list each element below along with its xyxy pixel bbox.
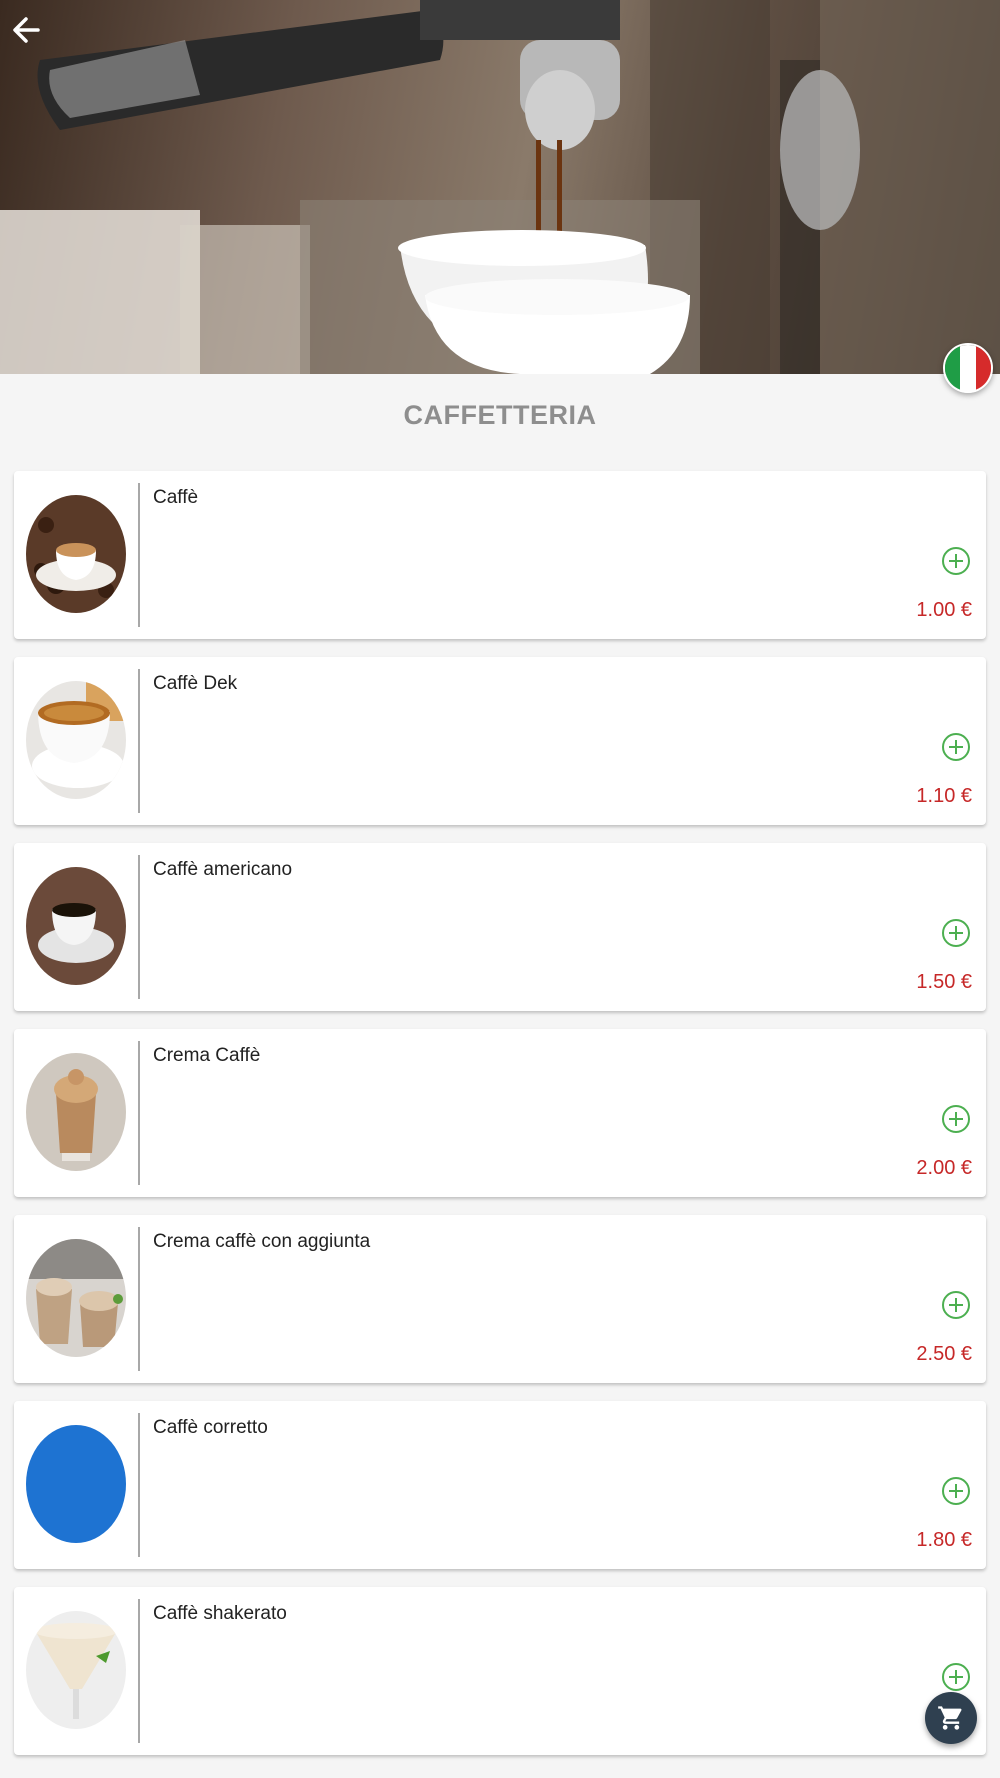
add-to-cart-icon[interactable] (942, 1663, 970, 1691)
product-image (26, 681, 126, 799)
product-price: 1.50 € (916, 971, 972, 993)
add-to-cart-icon[interactable] (942, 733, 970, 761)
card-divider (138, 855, 140, 999)
card-divider (138, 1041, 140, 1185)
add-to-cart-icon[interactable] (942, 1291, 970, 1319)
card-divider (138, 483, 140, 627)
shopping-cart-icon (938, 1706, 962, 1730)
add-to-cart-icon[interactable] (942, 547, 970, 575)
back-button[interactable] (8, 12, 60, 64)
product-price: 1.10 € (916, 785, 972, 807)
product-name: Caffè shakerato (153, 1603, 287, 1624)
product-image-placeholder (26, 1425, 126, 1543)
product-price: 1.80 € (916, 1529, 972, 1551)
flag-green-band (945, 345, 961, 391)
add-to-cart-icon[interactable] (942, 1105, 970, 1133)
product-card[interactable]: Caffè 1.00 € (14, 471, 986, 639)
product-price: 2.50 € (916, 1343, 972, 1365)
product-image (26, 1239, 126, 1357)
product-name: Crema Caffè (153, 1045, 261, 1066)
product-card[interactable]: Caffè Dek 1.10 € (14, 657, 986, 825)
cart-button[interactable] (925, 1692, 977, 1744)
add-to-cart-icon[interactable] (942, 1477, 970, 1505)
category-title: CAFFETTERIA (403, 400, 597, 430)
card-divider (138, 1413, 140, 1557)
product-list: Caffè 1.00 € Caffè Dek 1.10 € Caffè amer… (14, 471, 986, 1773)
product-image (26, 867, 126, 985)
product-image (26, 1053, 126, 1171)
product-name: Caffè corretto (153, 1417, 268, 1438)
arrow-left-icon (13, 17, 40, 43)
product-image (26, 495, 126, 613)
hero-image (0, 0, 1000, 374)
add-to-cart-icon[interactable] (942, 919, 970, 947)
product-card[interactable]: Caffè americano 1.50 € (14, 843, 986, 1011)
product-image (26, 1611, 126, 1729)
product-name: Crema caffè con aggiunta (153, 1231, 371, 1252)
product-card[interactable]: Caffè shakerato 1 (14, 1587, 986, 1755)
espresso-machine-photo (0, 0, 1000, 374)
flag-white-band (960, 345, 976, 391)
card-divider (138, 1227, 140, 1371)
product-price: 2.00 € (916, 1157, 972, 1179)
language-flag-button[interactable] (943, 343, 993, 393)
product-price: 1.00 € (916, 599, 972, 621)
card-divider (138, 1599, 140, 1743)
product-card[interactable]: Crema caffè con aggiunta 2.50 € (14, 1215, 986, 1383)
product-name: Caffè (153, 487, 199, 508)
product-card[interactable]: Crema Caffè 2.00 € (14, 1029, 986, 1197)
product-name: Caffè Dek (153, 673, 238, 694)
card-divider (138, 669, 140, 813)
product-name: Caffè americano (153, 859, 293, 880)
product-card[interactable]: Caffè corretto 1.80 € (14, 1401, 986, 1569)
